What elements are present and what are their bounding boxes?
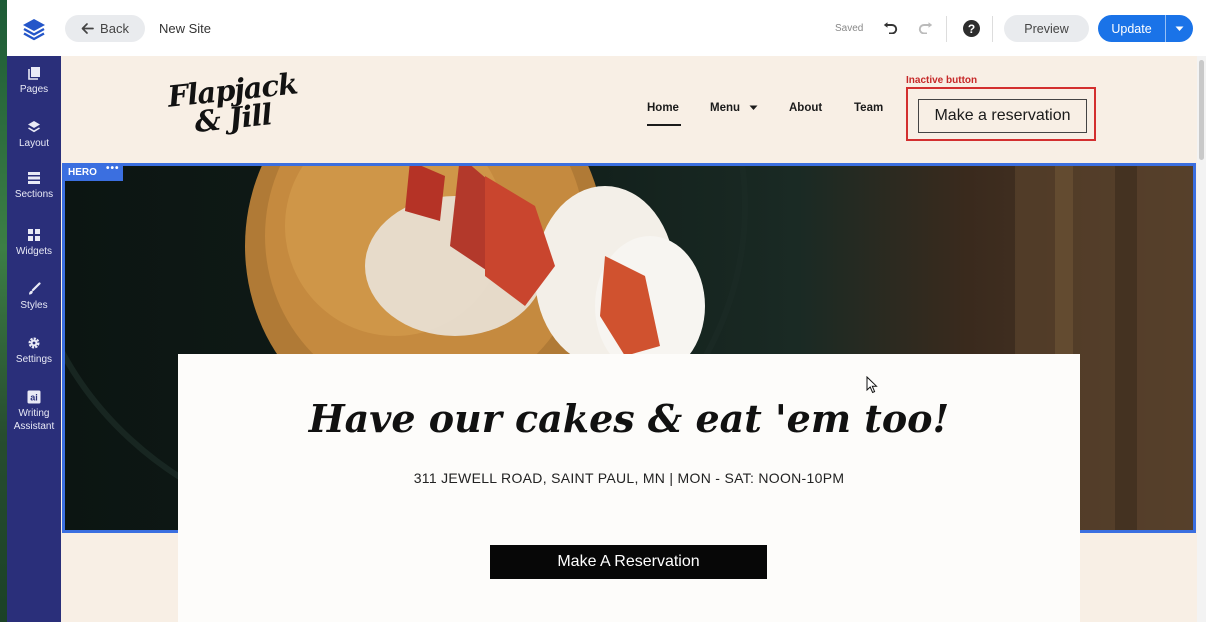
help-button[interactable]: ? [960, 17, 982, 39]
sidebar-item-pages[interactable]: Pages [7, 66, 61, 96]
nav-item-team[interactable]: Team [854, 102, 883, 114]
sections-icon [28, 172, 40, 184]
hero-badge-menu-icon[interactable]: ••• [106, 163, 120, 174]
chevron-down-icon [749, 105, 758, 110]
desktop-edge [0, 0, 7, 622]
update-button[interactable]: Update [1098, 15, 1165, 42]
sidebar-item-label: Sections [14, 189, 54, 200]
ai-icon-text: ai [30, 393, 38, 403]
preview-button[interactable]: Preview [1004, 15, 1089, 42]
pages-icon [28, 67, 40, 80]
sidebar-item-writing-assistant[interactable]: ai Writing Assistant [7, 390, 61, 433]
sidebar-item-layout[interactable]: Layout [7, 120, 61, 150]
undo-button[interactable] [879, 17, 901, 39]
sidebar-item-label: Styles [20, 300, 48, 311]
update-options-toggle[interactable] [1166, 15, 1193, 42]
sidebar-item-label: Layout [18, 138, 50, 149]
widgets-icon [28, 229, 40, 241]
nav-active-indicator [647, 124, 681, 126]
ai-icon: ai [27, 390, 41, 404]
update-button-group: Update [1098, 15, 1193, 42]
help-icon: ? [962, 19, 980, 37]
nav-item-label: Menu [710, 102, 741, 114]
gear-icon [28, 337, 40, 349]
brush-icon [29, 282, 41, 295]
hero-address: 311 JEWELL ROAD, SAINT PAUL, MN | MON - … [413, 470, 845, 486]
toolbar-divider [946, 16, 947, 42]
header-reservation-button[interactable]: Make a reservation [918, 99, 1087, 133]
site-logo[interactable]: Flapjack & Jill [166, 66, 301, 140]
redo-icon [918, 22, 933, 34]
chevron-down-icon [1175, 26, 1184, 31]
mouse-cursor-icon [866, 376, 878, 394]
nav-item-menu[interactable]: Menu [710, 102, 758, 114]
toolbar-divider [992, 16, 993, 42]
site-canvas: Flapjack & Jill Home Menu About Team Ina… [61, 56, 1197, 622]
annotation-label: Inactive button [906, 75, 978, 86]
hero-section-badge[interactable]: HERO ••• [62, 163, 123, 181]
nav-item-about[interactable]: About [789, 102, 822, 114]
back-label: Back [100, 21, 129, 36]
layers-icon [28, 121, 40, 133]
hero-reservation-button[interactable]: Make A Reservation [490, 545, 767, 579]
editor-sidebar: Pages Layout Sections Widgets Styles Set… [7, 56, 61, 622]
sidebar-item-styles[interactable]: Styles [7, 282, 61, 312]
back-button[interactable]: Back [65, 15, 145, 42]
hero-content-card: Have our cakes & eat 'em too! 311 JEWELL… [178, 354, 1080, 622]
svg-text:?: ? [967, 21, 974, 35]
arrow-left-icon [81, 23, 94, 34]
sidebar-item-label: Pages [19, 84, 49, 95]
hero-badge-label: HERO [68, 166, 97, 178]
canvas-scrollbar-thumb[interactable] [1199, 60, 1204, 160]
editor-toolbar: Back New Site Saved ? Preview Update [7, 0, 1206, 57]
sidebar-item-widgets[interactable]: Widgets [7, 228, 61, 258]
hero-tagline: Have our cakes & eat 'em too! [308, 396, 950, 441]
sidebar-item-label: Widgets [15, 246, 53, 257]
sidebar-item-settings[interactable]: Settings [7, 336, 61, 366]
sidebar-item-label: Settings [15, 354, 53, 365]
save-status: Saved [835, 23, 864, 34]
sidebar-item-label: Writing Assistant [13, 408, 55, 432]
nav-item-home[interactable]: Home [647, 102, 679, 114]
undo-icon [883, 22, 898, 34]
brand-line-2: & Jill [192, 97, 274, 140]
sidebar-item-sections[interactable]: Sections [7, 171, 61, 201]
redo-button[interactable] [915, 17, 937, 39]
logo-icon[interactable] [21, 16, 47, 42]
site-name: New Site [159, 21, 212, 36]
